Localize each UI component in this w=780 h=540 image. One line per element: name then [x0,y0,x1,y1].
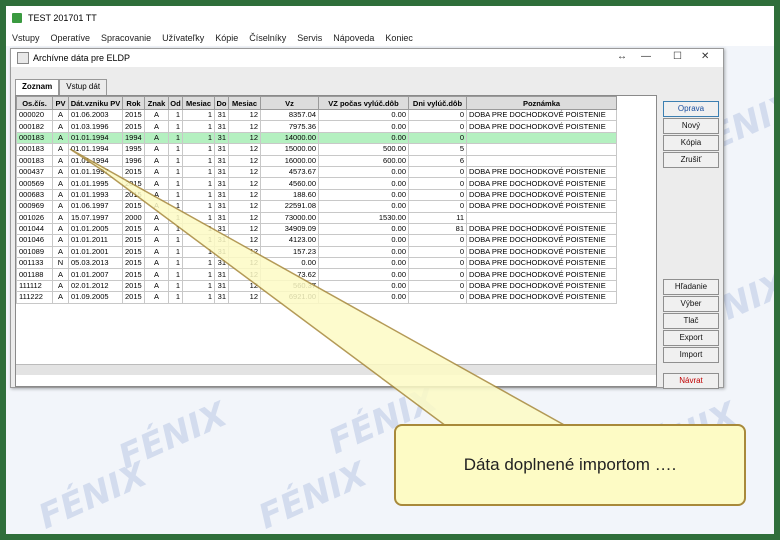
callout-text: Dáta doplnené importom …. [463,455,677,474]
screen: FÉNIX FÉNIX FÉNIX FÉNIX FÉNIX FÉNIX FÉNI… [6,6,774,534]
annotation-callout: Dáta doplnené importom …. [394,424,746,506]
